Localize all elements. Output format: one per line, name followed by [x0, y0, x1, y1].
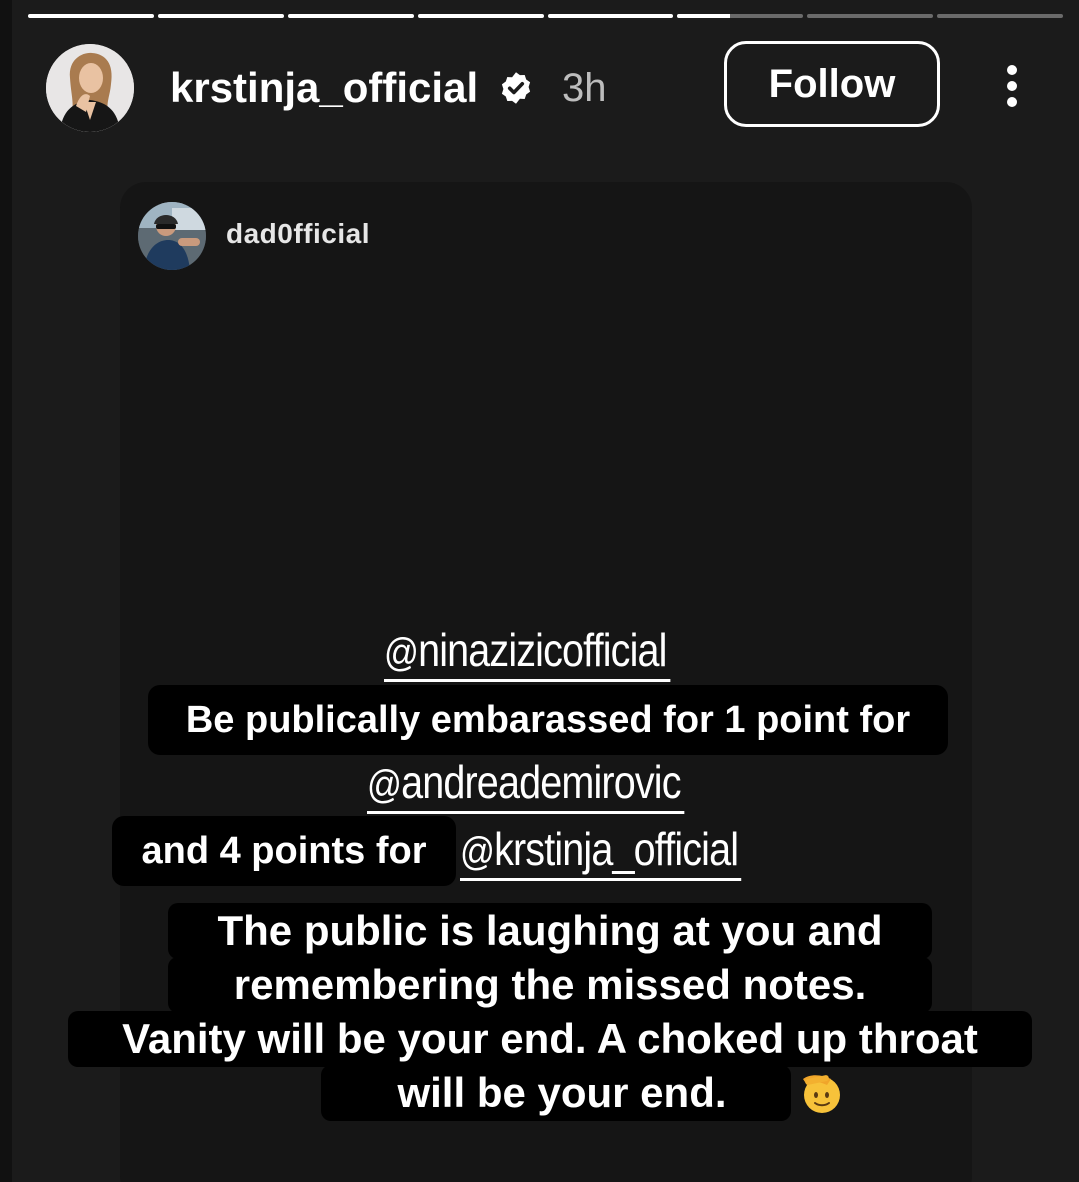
mention-text: andreademirovic	[401, 756, 681, 808]
caption-line: remembering the missed notes.	[168, 957, 932, 1013]
at-icon: @	[384, 631, 419, 675]
progress-segment	[677, 14, 804, 18]
story-timestamp: 3h	[562, 66, 607, 110]
more-vertical-icon[interactable]	[994, 62, 1030, 110]
mention-text: ninazizicofficial	[418, 624, 667, 676]
progress-segment	[937, 14, 1063, 18]
mention-text: krstinja_official	[494, 823, 739, 875]
caption-line: Vanity will be your end. A choked up thr…	[68, 1011, 1032, 1067]
verified-badge-icon	[501, 72, 531, 104]
progress-segment	[287, 14, 414, 18]
mention-sticker-ninazizicofficial[interactable]: @ninazizicofficial	[384, 624, 671, 682]
saluting-face-emoji	[803, 1075, 840, 1113]
at-icon: @	[367, 763, 402, 807]
caption-line: The public is laughing at you and	[168, 903, 932, 959]
progress-segment	[157, 14, 284, 18]
progress-segment	[28, 14, 154, 18]
caption-line: will be your end.	[333, 1065, 791, 1121]
story-viewer[interactable]: krstinja_official 3h Follow dad0fficial …	[0, 0, 1079, 1182]
follow-button[interactable]: Follow	[724, 41, 940, 127]
progress-segment	[547, 14, 674, 18]
story-progress-bar	[28, 14, 1063, 18]
driver-photo-icon	[138, 202, 206, 270]
caption-block: The public is laughing at you and rememb…	[68, 895, 1032, 1133]
story-header: krstinja_official 3h Follow	[46, 41, 1039, 136]
caption-line-with-emoji: will be your end.	[321, 1065, 840, 1121]
avatar[interactable]	[46, 44, 134, 132]
mention-sticker-krstinja-official[interactable]: @krstinja_official	[460, 823, 742, 881]
profile-photo-icon	[46, 44, 134, 132]
mention-sticker-andreademirovic[interactable]: @andreademirovic	[367, 756, 685, 814]
story-username[interactable]: krstinja_official	[170, 64, 478, 112]
at-icon: @	[460, 830, 495, 874]
progress-segment	[417, 14, 544, 18]
previous-story-edge[interactable]	[0, 0, 12, 1182]
progress-segment	[807, 14, 934, 18]
caption-line: and 4 points for	[112, 816, 456, 886]
shared-post-avatar[interactable]	[138, 202, 206, 270]
shared-post-username[interactable]: dad0fficial	[226, 218, 370, 250]
caption-line: Be publically embarassed for 1 point for	[148, 685, 948, 755]
